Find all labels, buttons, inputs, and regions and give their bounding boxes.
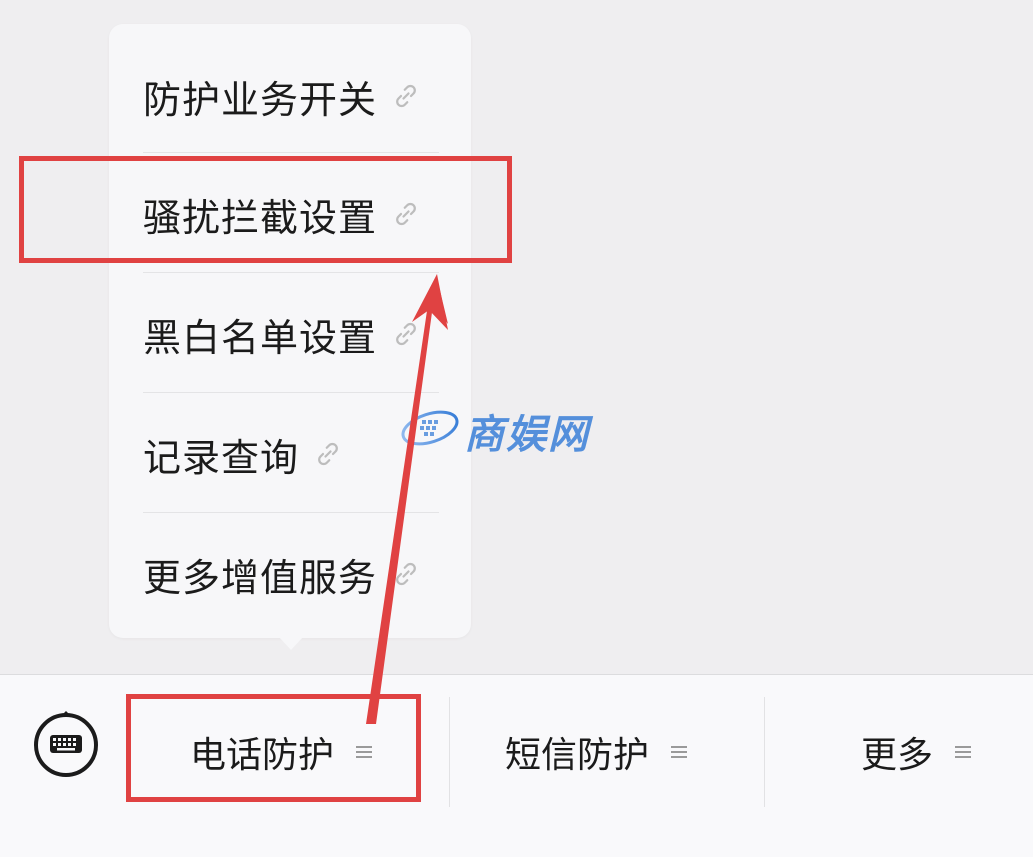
highlight-phone-protection [126,694,421,802]
watermark-text: 商娱网 [464,412,590,458]
popup-menu: 防护业务开关 骚扰拦截设置 黑白名单设置 记录查询 更多增值服务 [109,24,471,638]
menu-item-label: 黑白名单设置 [143,315,378,360]
menu-divider [143,392,439,393]
tab-more[interactable]: 更多 [861,717,972,787]
link-icon [396,562,416,586]
menu-divider [143,152,439,153]
popup-pointer [278,636,304,650]
highlight-harassment-block [19,156,512,263]
watermark: 商娱网 [398,398,638,458]
menu-divider [143,512,439,513]
tab-label: 短信防护 [505,735,650,776]
menu-divider [143,272,439,273]
tab-separator [764,697,765,807]
link-icon [318,442,338,466]
menu-item-label: 更多增值服务 [143,555,378,600]
menu-lines-icon [671,743,688,761]
link-icon [396,322,416,346]
menu-item-value-added-services[interactable]: 更多增值服务 [143,514,439,634]
keyboard-icon[interactable] [33,711,99,777]
menu-item-label: 防护业务开关 [143,77,378,122]
tab-separator [449,697,450,807]
menu-item-label: 记录查询 [143,435,300,480]
menu-item-protection-switch[interactable]: 防护业务开关 [143,36,439,156]
menu-lines-icon [955,743,972,761]
menu-item-record-query[interactable]: 记录查询 [143,394,439,514]
tab-label: 更多 [861,735,934,776]
link-icon [396,84,416,108]
tab-sms-protection[interactable]: 短信防护 [505,717,688,787]
menu-item-blacklist-whitelist[interactable]: 黑白名单设置 [143,274,439,394]
